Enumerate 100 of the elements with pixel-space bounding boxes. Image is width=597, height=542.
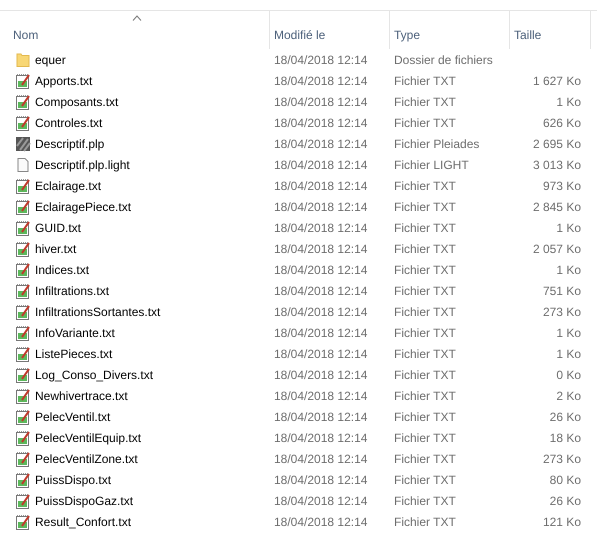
file-name[interactable]: PuissDispoGaz.txt (35, 494, 134, 508)
text-file-icon (15, 324, 31, 340)
file-name[interactable]: Controles.txt (35, 116, 102, 130)
file-name[interactable]: GUID.txt (35, 220, 82, 234)
text-file-icon (15, 304, 31, 320)
modified-date: 18/04/2018 12:14 (273, 388, 368, 402)
text-file-icon (15, 220, 31, 236)
modified-date: 18/04/2018 12:14 (273, 304, 368, 318)
text-file-icon (15, 492, 31, 508)
file-type: Fichier TXT (393, 472, 457, 486)
text-file-icon (15, 262, 31, 278)
column-header[interactable]: Nom (0, 11, 270, 49)
file-type: Fichier TXT (393, 326, 457, 340)
file-name[interactable]: InfiltrationsSortantes.txt (35, 304, 160, 318)
text-file-icon (15, 408, 31, 424)
folder-icon (15, 52, 31, 68)
file-size: 1 Ko (555, 220, 581, 234)
modified-date: 18/04/2018 12:14 (273, 158, 368, 172)
file-type: Fichier TXT (393, 430, 457, 444)
file-name[interactable]: PuissDispo.txt (35, 472, 112, 486)
file-size: 2 695 Ko (532, 136, 581, 150)
file-type: Fichier TXT (393, 514, 457, 528)
file-type: Fichier TXT (393, 452, 457, 466)
file-name[interactable]: Apports.txt (35, 74, 92, 88)
text-file-icon (15, 450, 31, 466)
file-name[interactable]: ListePieces.txt (35, 346, 112, 360)
file-size: 26 Ko (548, 410, 581, 424)
file-size: 1 627 Ko (532, 74, 581, 88)
file-type: Fichier TXT (393, 220, 457, 234)
file-type: Fichier TXT (393, 284, 457, 298)
modified-date: 18/04/2018 12:14 (273, 200, 368, 214)
file-name[interactable]: equer (35, 52, 66, 66)
file-name[interactable]: Infiltrations.txt (35, 284, 110, 298)
file-name[interactable]: EclairagePiece.txt (35, 200, 132, 214)
file-name[interactable]: Indices.txt (35, 262, 90, 276)
text-file-icon (15, 240, 31, 256)
text-file-icon (15, 72, 31, 88)
file-name[interactable]: Composants.txt (35, 94, 118, 108)
file-size: 2 Ko (555, 388, 581, 402)
text-file-icon (15, 472, 31, 488)
modified-date: 18/04/2018 12:14 (273, 430, 368, 444)
modified-date: 18/04/2018 12:14 (273, 262, 368, 276)
modified-date: 18/04/2018 12:14 (273, 326, 368, 340)
file-name[interactable]: PelecVentilEquip.txt (35, 430, 142, 444)
file-name[interactable]: Descriptif.plp.light (35, 158, 130, 172)
file-type: Fichier TXT (393, 494, 457, 508)
file-size: 80 Ko (548, 472, 581, 486)
file-name[interactable]: PelecVentilZone.txt (35, 452, 138, 466)
file-type: Fichier TXT (393, 368, 457, 382)
file-type: Fichier TXT (393, 304, 457, 318)
modified-date: 18/04/2018 12:14 (273, 136, 368, 150)
text-file-icon (15, 94, 31, 110)
modified-date: 18/04/2018 12:14 (273, 410, 368, 424)
text-file-icon (15, 198, 31, 214)
file-size: 26 Ko (548, 494, 581, 508)
file-type: Fichier TXT (393, 346, 457, 360)
file-size: 1 Ko (555, 326, 581, 340)
modified-date: 18/04/2018 12:14 (273, 242, 368, 256)
file-size: 273 Ko (542, 304, 581, 318)
file-type: Fichier Pleiades (393, 136, 480, 150)
file-name[interactable]: InfoVariante.txt (35, 326, 115, 340)
modified-date: 18/04/2018 12:14 (273, 94, 368, 108)
modified-date: 18/04/2018 12:14 (273, 52, 368, 66)
file-type: Fichier TXT (393, 388, 457, 402)
text-file-icon (15, 178, 31, 194)
column-header[interactable]: Taille (510, 11, 591, 49)
text-file-icon (15, 366, 31, 382)
file-type: Fichier TXT (393, 94, 457, 108)
modified-date: 18/04/2018 12:14 (273, 368, 368, 382)
file-size: 121 Ko (542, 514, 581, 528)
modified-date: 18/04/2018 12:14 (273, 514, 368, 528)
file-type: Fichier TXT (393, 242, 457, 256)
text-file-icon (15, 430, 31, 446)
file-name[interactable]: Log_Conso_Divers.txt (35, 368, 154, 382)
file-name[interactable]: PelecVentil.txt (35, 410, 110, 424)
file-name[interactable]: Descriptif.plp (35, 136, 104, 150)
file-size: 18 Ko (548, 430, 581, 444)
modified-date: 18/04/2018 12:14 (273, 284, 368, 298)
file-size: 273 Ko (542, 452, 581, 466)
column-header[interactable]: Type (390, 11, 510, 49)
modified-date: 18/04/2018 12:14 (273, 116, 368, 130)
file-type: Fichier TXT (393, 200, 457, 214)
file-type: Fichier TXT (393, 410, 457, 424)
file-type: Fichier TXT (393, 178, 457, 192)
modified-date: 18/04/2018 12:14 (273, 452, 368, 466)
file-type: Fichier LIGHT (393, 158, 470, 172)
file-size: 1 Ko (555, 346, 581, 360)
file-type: Fichier TXT (393, 116, 457, 130)
file-name[interactable]: hiver.txt (35, 242, 76, 256)
modified-date: 18/04/2018 12:14 (273, 472, 368, 486)
modified-date: 18/04/2018 12:14 (273, 494, 368, 508)
modified-date: 18/04/2018 12:14 (273, 178, 368, 192)
text-file-icon (15, 514, 31, 530)
file-name[interactable]: Result_Confort.txt (35, 514, 132, 528)
column-header[interactable]: Modifié le (270, 11, 390, 49)
file-size: 2 057 Ko (532, 242, 581, 256)
file-name[interactable]: Newhivertrace.txt (35, 388, 128, 402)
file-name[interactable]: Eclairage.txt (35, 178, 102, 192)
modified-date: 18/04/2018 12:14 (273, 220, 368, 234)
file-size: 973 Ko (542, 178, 581, 192)
